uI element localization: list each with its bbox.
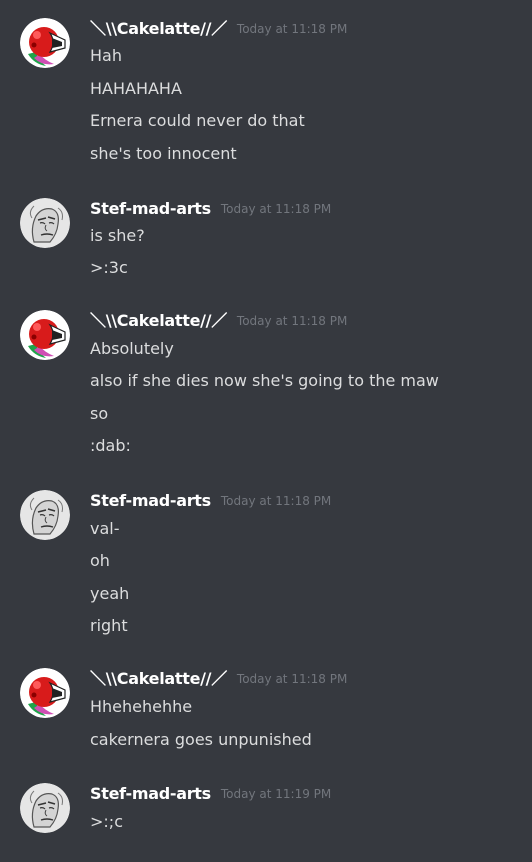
timestamp: Today at 11:18 PM [220,202,332,216]
message-text: also if she dies now she's going to the … [90,371,439,390]
message-text: val- [90,519,120,538]
message-text: Hah [90,46,122,65]
timestamp: Today at 11:18 PM [220,494,332,508]
sketch-face-avatar-icon [20,198,70,248]
timestamp: Today at 11:18 PM [236,314,348,328]
message-text: >:;c [90,812,123,831]
message-text: Ernera could never do that [90,111,305,130]
avatar[interactable] [20,783,70,833]
message-header: Stef-mad-arts Today at 11:18 PM [90,490,331,512]
red-creature-avatar-icon [20,668,70,718]
avatar[interactable] [20,310,70,360]
message-header: ＼\\Cakelatte//／ Today at 11:18 PM [90,18,347,40]
username[interactable]: ＼\\Cakelatte//／ [90,19,227,38]
username[interactable]: Stef-mad-arts [90,784,211,803]
username[interactable]: Stef-mad-arts [90,199,211,218]
message-text: so [90,404,109,423]
message-text: yeah [90,584,130,603]
username[interactable]: ＼\\Cakelatte//／ [90,311,227,330]
message-text: Hhehehehhe [90,697,193,716]
message-header: ＼\\Cakelatte//／ Today at 11:18 PM [90,668,347,690]
message-header: ＼\\Cakelatte//／ Today at 11:18 PM [90,310,347,332]
message-text: is she? [90,226,145,245]
avatar[interactable] [20,668,70,718]
sketch-face-avatar-icon [20,490,70,540]
message-text: she's too innocent [90,144,237,163]
message-text: >:3c [90,258,128,277]
avatar[interactable] [20,490,70,540]
message-text: cakernera goes unpunished [90,730,312,749]
red-creature-avatar-icon [20,310,70,360]
chat-message-list: ＼\\Cakelatte//／ Today at 11:18 PM Hah HAH… [0,0,532,862]
message-text: oh [90,551,110,570]
message-header: Stef-mad-arts Today at 11:19 PM [90,783,331,805]
message-text: :dab: [90,436,131,455]
avatar[interactable] [20,18,70,68]
timestamp: Today at 11:18 PM [236,22,348,36]
avatar[interactable] [20,198,70,248]
timestamp: Today at 11:19 PM [220,787,332,801]
username[interactable]: Stef-mad-arts [90,491,211,510]
message-text: Absolutely [90,339,174,358]
message-text: HAHAHAHA [90,79,182,98]
red-creature-avatar-icon [20,18,70,68]
timestamp: Today at 11:18 PM [236,672,348,686]
message-header: Stef-mad-arts Today at 11:18 PM [90,198,331,220]
message-text: right [90,616,128,635]
username[interactable]: ＼\\Cakelatte//／ [90,669,227,688]
sketch-face-avatar-icon [20,783,70,833]
